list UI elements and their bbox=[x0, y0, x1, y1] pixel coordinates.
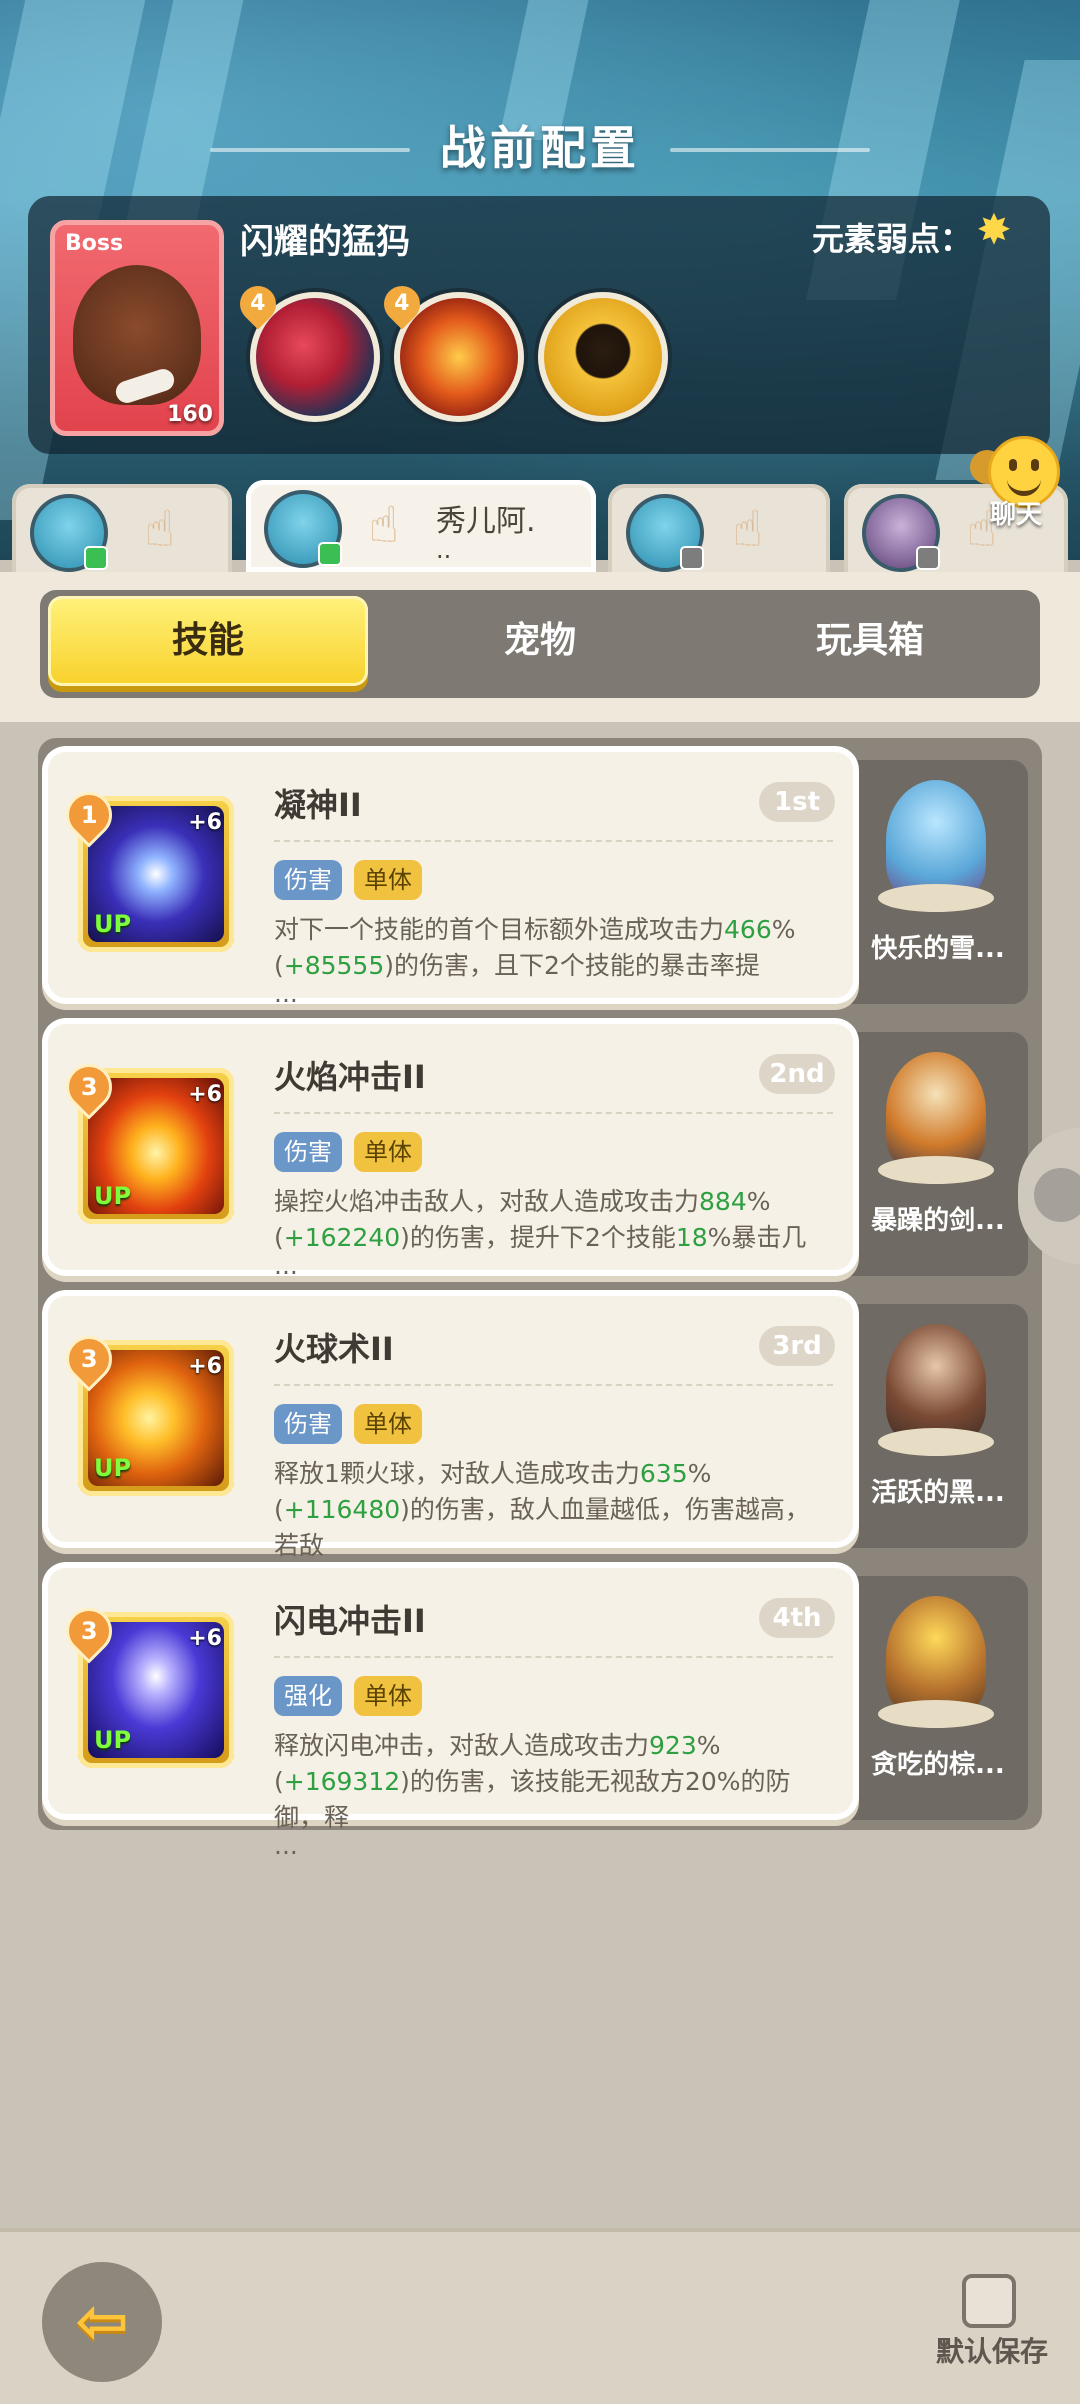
team-tab-2[interactable]: ☝ 秀儿阿. .. bbox=[246, 480, 596, 572]
tag-target: 单体 bbox=[354, 1676, 422, 1716]
section-tabs: 技能 宠物 玩具箱 bbox=[40, 590, 1040, 698]
tap-hand-icon: ☝ bbox=[144, 500, 176, 558]
boss-name: 闪耀的猛犸 bbox=[240, 222, 410, 262]
skill-description: 对下一个技能的首个目标额外造成攻击力466%(+85555)的伤害，且下2个技能… bbox=[274, 915, 796, 1008]
skill-level-badge: 4 bbox=[232, 278, 284, 330]
enhance-level: +6 bbox=[188, 1354, 222, 1379]
skill-row: 快乐的雪... +6 UP 1 凝神II 1st 伤害 单体 对下一个技能的首个… bbox=[48, 752, 1028, 1006]
boss-skill-fire-swipe[interactable]: 4 bbox=[376, 278, 524, 422]
team-tab-1[interactable]: ☝ bbox=[12, 484, 232, 576]
tag-target: 单体 bbox=[354, 1404, 422, 1444]
pet-name: 活跃的黑... bbox=[871, 1478, 1005, 1508]
sword-pet-icon bbox=[886, 1052, 986, 1172]
cast-order-badge: 4th bbox=[759, 1598, 835, 1638]
boss-skill-bite[interactable]: 4 bbox=[232, 278, 380, 422]
pet-pedestal bbox=[878, 884, 994, 912]
tag-target: 单体 bbox=[354, 860, 422, 900]
pet-name: 贪吃的棕... bbox=[871, 1750, 1005, 1780]
cast-order-badge: 1st bbox=[759, 782, 835, 822]
tab-pets[interactable]: 宠物 bbox=[380, 596, 700, 686]
skill-title: 闪电冲击II bbox=[274, 1602, 426, 1640]
boss-tag: Boss bbox=[65, 231, 124, 256]
pet-pedestal bbox=[878, 1156, 994, 1184]
upgrade-indicator: UP bbox=[94, 1182, 132, 1210]
pet-slot[interactable]: 暴躁的剑... bbox=[848, 1032, 1028, 1276]
pet-pedestal bbox=[878, 1428, 994, 1456]
skill-title: 火球术II bbox=[274, 1330, 394, 1368]
tap-hand-icon: ☝ bbox=[368, 496, 400, 554]
pet-slot[interactable]: 贪吃的棕... bbox=[848, 1576, 1028, 1820]
upgrade-indicator: UP bbox=[94, 1726, 132, 1754]
avatar bbox=[626, 494, 704, 572]
cast-order-badge: 2nd bbox=[759, 1054, 835, 1094]
pet-slot[interactable]: 快乐的雪... bbox=[848, 760, 1028, 1004]
boss-info-panel: Boss 160 闪耀的猛犸 元素弱点： ✸ 4 4 bbox=[28, 196, 1050, 454]
bee-bear-pet-icon bbox=[886, 1596, 986, 1716]
page-title: 战前配置 bbox=[440, 121, 640, 175]
pet-pedestal bbox=[878, 1700, 994, 1728]
skill-description: 释放闪电冲击，对敌人造成攻击力923%(+169312)的伤害，该技能无视敌方2… bbox=[274, 1731, 791, 1860]
tap-hand-icon: ☝ bbox=[732, 500, 764, 558]
bottom-bar bbox=[0, 2228, 1080, 2404]
tag-type: 伤害 bbox=[274, 1132, 342, 1172]
skill-title: 火焰冲击II bbox=[274, 1058, 426, 1096]
divider bbox=[274, 1384, 833, 1386]
snow-pet-icon bbox=[886, 780, 986, 900]
divider bbox=[274, 840, 833, 842]
upgrade-indicator: UP bbox=[94, 910, 132, 938]
tag-target: 单体 bbox=[354, 1132, 422, 1172]
upgrade-indicator: UP bbox=[94, 1454, 132, 1482]
tab-skills[interactable]: 技能 bbox=[48, 596, 368, 686]
boar-pet-icon bbox=[886, 1324, 986, 1444]
divider bbox=[274, 1112, 833, 1114]
skill-level-badge: 4 bbox=[376, 278, 428, 330]
tag-type: 伤害 bbox=[274, 1404, 342, 1444]
pet-slot[interactable]: 活跃的黑... bbox=[848, 1304, 1028, 1548]
enhance-level: +6 bbox=[188, 1082, 222, 1107]
cast-order-badge: 3rd bbox=[759, 1326, 835, 1366]
teammate-name: 秀儿阿. bbox=[436, 504, 536, 539]
divider bbox=[274, 1656, 833, 1658]
avatar bbox=[30, 494, 108, 572]
boss-card[interactable]: Boss 160 bbox=[50, 220, 224, 436]
avatar bbox=[862, 494, 940, 572]
boss-level: 160 bbox=[167, 402, 213, 427]
chat-label[interactable]: 聊天 bbox=[990, 494, 1042, 531]
enhance-level: +6 bbox=[188, 810, 222, 835]
skill-card[interactable]: +6 UP 3 火球术II 3rd 伤害 单体 释放1颗火球，对敌人造成攻击力6… bbox=[48, 1296, 853, 1586]
element-weakness-label: 元素弱点： bbox=[811, 220, 972, 258]
skill-card[interactable]: +6 UP 1 凝神II 1st 伤害 单体 对下一个技能的首个目标额外造成攻击… bbox=[48, 752, 853, 1006]
pet-name: 暴躁的剑... bbox=[871, 1206, 1005, 1236]
teammate-name-more: .. bbox=[436, 536, 452, 564]
team-tab-3[interactable]: ☝ bbox=[608, 484, 830, 576]
boss-skill-beast-head[interactable] bbox=[538, 292, 668, 422]
skill-row: 贪吃的棕... +6 UP 3 闪电冲击II 4th 强化 单体 释放闪电冲击，… bbox=[48, 1568, 1028, 1858]
default-save-label[interactable]: 默认保存 bbox=[936, 2330, 1048, 2370]
skill-description: 操控火焰冲击敌人，对敌人造成攻击力884%(+162240)的伤害，提升下2个技… bbox=[274, 1187, 807, 1280]
tag-type: 伤害 bbox=[274, 860, 342, 900]
avatar bbox=[264, 490, 342, 568]
tab-toybox[interactable]: 玩具箱 bbox=[710, 596, 1030, 686]
pet-name: 快乐的雪... bbox=[871, 934, 1005, 964]
default-save-checkbox[interactable] bbox=[962, 2274, 1016, 2328]
skill-row: 活跃的黑... +6 UP 3 火球术II 3rd 伤害 单体 释放1颗火球，对… bbox=[48, 1296, 1028, 1586]
tag-type: 强化 bbox=[274, 1676, 342, 1716]
skill-description: 释放1颗火球，对敌人造成攻击力635%(+116480)的伤害，敌人血量越低，伤… bbox=[274, 1459, 810, 1586]
skill-card[interactable]: +6 UP 3 火焰冲击II 2nd 伤害 单体 操控火焰冲击敌人，对敌人造成攻… bbox=[48, 1024, 853, 1278]
enhance-level: +6 bbox=[188, 1626, 222, 1651]
skill-row: 暴躁的剑... +6 UP 3 火焰冲击II 2nd 伤害 单体 操控火焰冲击敌… bbox=[48, 1024, 1028, 1278]
skill-card[interactable]: +6 UP 3 闪电冲击II 4th 强化 单体 释放闪电冲击，对敌人造成攻击力… bbox=[48, 1568, 853, 1858]
back-arrow-icon: ⇦ bbox=[75, 2285, 129, 2359]
skill-title: 凝神II bbox=[274, 786, 362, 824]
back-button[interactable]: ⇦ bbox=[42, 2262, 162, 2382]
star-icon: ✸ bbox=[976, 205, 1012, 254]
